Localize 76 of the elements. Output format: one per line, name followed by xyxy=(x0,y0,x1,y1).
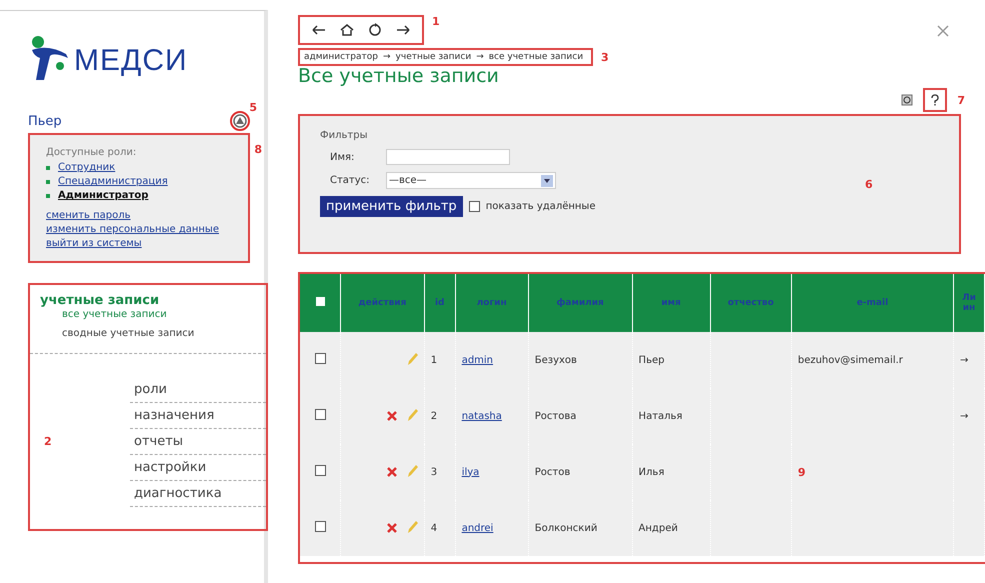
login-link[interactable]: admin xyxy=(462,354,494,366)
logo-wordmark: МЕДСИ xyxy=(74,44,188,78)
annotation-number: 7 xyxy=(957,94,965,106)
account-link[interactable]: выйти из системы xyxy=(46,237,234,251)
refresh-icon[interactable] xyxy=(368,23,382,37)
row-checkbox[interactable] xyxy=(314,353,326,364)
role-link[interactable]: Администратор xyxy=(58,189,148,203)
annotation-number: 9 xyxy=(798,466,806,478)
breadcrumb-link[interactable]: учетные записи xyxy=(396,52,472,62)
table-cell: Илья xyxy=(632,444,710,500)
login-link[interactable]: ilya xyxy=(462,466,480,478)
table-cell: 2 xyxy=(424,388,456,444)
table-cell: Безухов xyxy=(528,332,632,388)
user-name: Пьер xyxy=(28,114,62,128)
menu-item[interactable]: назначения xyxy=(130,402,266,428)
annotation-number: 5 xyxy=(249,101,257,114)
table-cell: 4 xyxy=(424,500,456,556)
checkbox[interactable] xyxy=(468,201,480,212)
annotation-number: 2 xyxy=(44,435,53,448)
role-link[interactable]: Спецадминистрация xyxy=(58,175,168,189)
close-icon[interactable] xyxy=(937,25,949,37)
row-checkbox[interactable] xyxy=(314,521,326,532)
sidebar-item[interactable]: все учетные записи xyxy=(40,308,258,324)
table-cell: Наталья xyxy=(632,388,710,444)
row-checkbox[interactable] xyxy=(314,465,326,476)
bullet-icon xyxy=(46,180,50,184)
account-link[interactable]: сменить пароль xyxy=(46,209,234,223)
back-arrow-icon[interactable] xyxy=(312,25,326,35)
help-icon xyxy=(931,94,940,106)
role-link[interactable]: Сотрудник xyxy=(58,161,116,175)
section-heading: учетные записи xyxy=(40,293,160,308)
delete-icon[interactable] xyxy=(386,466,398,478)
search-icon[interactable] xyxy=(901,94,914,106)
table-cell: 3 xyxy=(424,444,456,500)
delete-icon[interactable] xyxy=(386,522,398,534)
table-cell: Болконский xyxy=(528,500,632,556)
table-cell: Ростов xyxy=(528,444,632,500)
breadcrumb-link[interactable]: администратор xyxy=(304,52,378,62)
breadcrumb-separator: → xyxy=(383,52,391,62)
caret-icon xyxy=(541,174,553,186)
home-icon[interactable] xyxy=(340,24,354,36)
menu-item[interactable]: настройки xyxy=(130,454,266,480)
apply-filter-button[interactable]: применить фильтр xyxy=(320,196,463,217)
bullet-icon xyxy=(46,166,50,170)
breadcrumb-link[interactable]: все учетные записи xyxy=(488,52,584,62)
annotation-number: 6 xyxy=(865,178,873,191)
field-label: Статус: xyxy=(329,175,371,186)
status-dropdown[interactable]: —все— xyxy=(386,172,556,189)
select-all-checkbox[interactable] xyxy=(316,297,324,306)
account-link[interactable]: изменить персональные данные xyxy=(46,223,234,237)
table-cell: Андрей xyxy=(632,500,710,556)
roles-label: Доступные роли: xyxy=(46,147,138,158)
bullet-icon xyxy=(46,194,50,198)
login-link[interactable]: andrei xyxy=(462,522,494,534)
annotation-number: 1 xyxy=(432,15,440,28)
name-field[interactable] xyxy=(386,149,510,165)
table-cell: Пьер xyxy=(632,332,710,388)
filter-title: Фильтры xyxy=(320,130,368,141)
row-checkbox[interactable] xyxy=(314,409,326,420)
forward-arrow-icon[interactable] xyxy=(396,25,410,35)
table-cell: Ростова xyxy=(528,388,632,444)
menu-item[interactable]: отчеты xyxy=(130,428,266,454)
menu-item[interactable]: диагностика xyxy=(130,480,266,506)
table-cell: 1 xyxy=(424,332,456,388)
breadcrumb-separator: → xyxy=(476,52,484,62)
field-label: Имя: xyxy=(329,152,356,162)
table-cell: bezuhov@simemail.r xyxy=(798,354,903,366)
page-title: Все учетные записи xyxy=(298,66,500,86)
login-link[interactable]: natasha xyxy=(462,410,502,422)
annotation-number: 3 xyxy=(601,50,609,64)
sidebar-item[interactable]: сводные учетные записи xyxy=(40,324,258,343)
annotation-number: 8 xyxy=(254,143,262,156)
checkbox-label: показать удалённые xyxy=(486,201,596,212)
help-button[interactable] xyxy=(923,88,948,112)
menu-item[interactable]: роли xyxy=(130,376,266,402)
delete-icon[interactable] xyxy=(386,410,398,422)
